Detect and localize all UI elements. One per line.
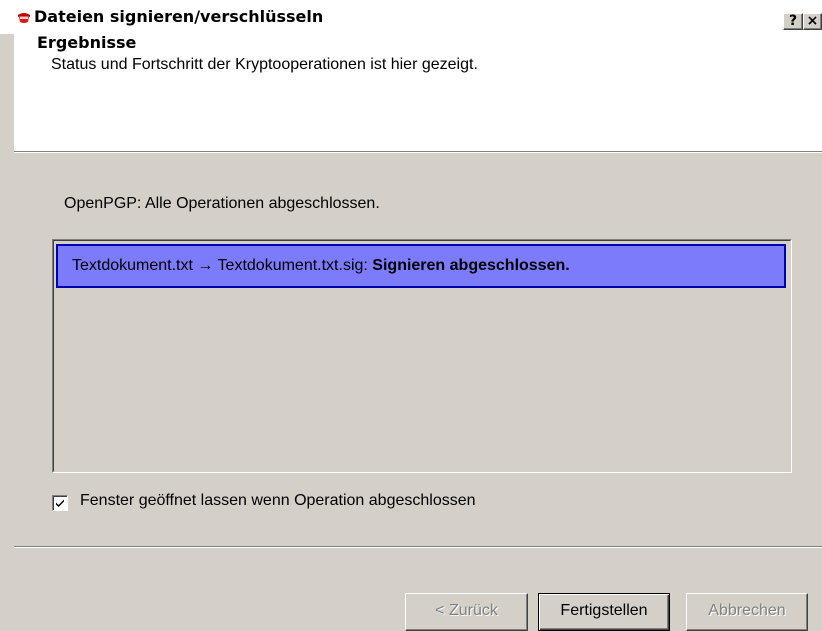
status-text: OpenPGP: Alle Operationen abgeschlossen. [64,195,380,212]
finish-button[interactable]: Fertigstellen [538,593,670,631]
app-icon [18,13,30,23]
page-subtitle: Status und Fortschritt der Kryptooperati… [51,56,478,73]
checkmark-icon [56,499,64,507]
help-button[interactable]: ? [783,13,803,30]
keep-open-checkbox[interactable] [52,495,68,511]
operation-status: Signieren abgeschlossen. [372,257,570,274]
operation-text: Textdokument.txt → Textdokument.txt.sig: [72,257,368,274]
title-bar: Dateien signieren/verschlüsseln ? × [0,0,822,34]
list-item[interactable]: Textdokument.txt → Textdokument.txt.sig:… [56,244,786,288]
header-divider [14,151,822,153]
window-title: Dateien signieren/verschlüsseln [34,7,324,26]
close-button[interactable]: × [803,13,822,30]
page-title: Ergebnisse [37,33,137,52]
back-button[interactable]: < Zurück [405,593,528,631]
keep-open-label[interactable]: Fenster geöffnet lassen wenn Operation a… [80,492,476,510]
results-list[interactable]: Textdokument.txt → Textdokument.txt.sig:… [52,239,792,473]
cancel-button[interactable]: Abbrechen [686,593,808,631]
footer-divider [14,546,822,548]
